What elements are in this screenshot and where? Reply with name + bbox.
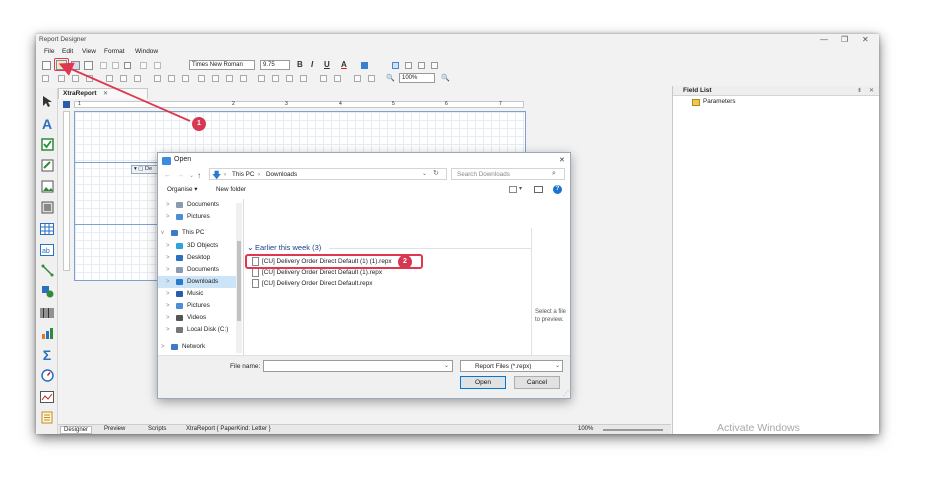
annotation-arrow xyxy=(58,62,191,122)
callout-badge: 1 xyxy=(192,117,206,131)
